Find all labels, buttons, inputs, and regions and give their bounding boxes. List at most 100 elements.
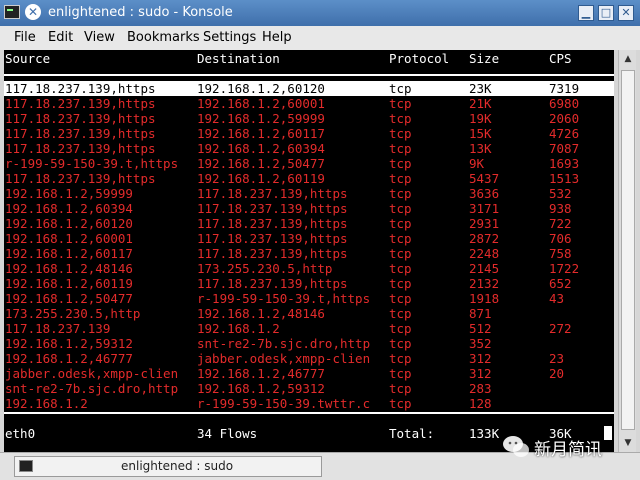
- header-source: Source: [5, 51, 51, 66]
- terminal-task-icon: [19, 460, 33, 472]
- flow-protocol: tcp: [389, 246, 412, 261]
- flow-source: snt-re2-7b.sjc.dro,http: [5, 381, 179, 396]
- window-titlebar[interactable]: ✕ enlightened : sudo - Konsole ▁ □ ✕: [0, 0, 640, 26]
- flow-protocol: tcp: [389, 111, 412, 126]
- menu-help[interactable]: Help: [262, 30, 292, 45]
- flow-source: 192.168.1.2,59999: [5, 186, 133, 201]
- flow-size: 3171: [469, 201, 500, 216]
- flow-protocol: tcp: [389, 366, 412, 381]
- flow-source: 117.18.237.139,https: [5, 171, 156, 186]
- footer-flows: 34 Flows: [197, 426, 258, 441]
- flow-cps: 532: [549, 186, 572, 201]
- close-button[interactable]: ✕: [618, 5, 634, 21]
- flow-cps: 938: [549, 201, 572, 216]
- flow-row[interactable]: 192.168.1.2,60394 117.18.237.139,https tcp…: [4, 201, 614, 216]
- flow-size: 2132: [469, 276, 500, 291]
- flow-row[interactable]: 192.168.1.2,50477 r-199-59-150-39.t,https…: [4, 291, 614, 306]
- flow-cps: 4726: [549, 126, 580, 141]
- taskbar-window-button[interactable]: enlightened : sudo: [14, 456, 322, 477]
- flow-row[interactable]: 192.168.1.2,60001 117.18.237.139,https tcp…: [4, 231, 614, 246]
- scroll-up-arrow-icon[interactable]: ▲: [621, 52, 635, 66]
- terminal-cursor: [604, 426, 612, 440]
- flow-protocol: tcp: [389, 141, 412, 156]
- menu-settings[interactable]: Settings: [203, 30, 256, 45]
- flow-destination: 192.168.1.2,59312: [197, 381, 325, 396]
- flow-source: 192.168.1.2: [5, 396, 88, 411]
- flow-protocol: tcp: [389, 96, 412, 111]
- flow-row-selected[interactable]: 117.18.237.139,https 192.168.1.2,60120 tcp…: [4, 81, 614, 96]
- flow-protocol: tcp: [389, 216, 412, 231]
- flow-row[interactable]: r-199-59-150-39.t,https 192.168.1.2,50477…: [4, 156, 614, 171]
- flow-destination: jabber.odesk,xmpp-clien: [197, 351, 371, 366]
- flow-row[interactable]: 192.168.1.2,60117 117.18.237.139,https tcp…: [4, 246, 614, 261]
- flow-row[interactable]: 117.18.237.139,https 192.168.1.2,60117 tcp…: [4, 126, 614, 141]
- window-title: enlightened : sudo - Konsole: [48, 5, 233, 20]
- flow-destination: 117.18.237.139,https: [197, 201, 348, 216]
- header-separator: [4, 74, 614, 76]
- flow-destination: 117.18.237.139,https: [197, 276, 348, 291]
- flow-protocol: tcp: [389, 336, 412, 351]
- scroll-down-arrow-icon[interactable]: ▼: [621, 436, 635, 450]
- watermark-text: 新月简讯: [534, 440, 602, 460]
- flow-cps: 652: [549, 276, 572, 291]
- flow-size: 283: [469, 381, 492, 396]
- flow-protocol: tcp: [389, 276, 412, 291]
- flow-destination: 117.18.237.139,https: [197, 231, 348, 246]
- flow-cps: 23: [549, 351, 565, 366]
- flow-size: 13K: [469, 141, 492, 156]
- flow-protocol: tcp: [389, 156, 412, 171]
- flow-protocol: tcp: [389, 201, 412, 216]
- flow-protocol: tcp: [389, 351, 412, 366]
- flow-row[interactable]: 117.18.237.139,https 192.168.1.2,60394 tcp…: [4, 141, 614, 156]
- flow-row[interactable]: 117.18.237.139,https 192.168.1.2,60119 tcp…: [4, 171, 614, 186]
- flow-cps: 7319: [549, 81, 580, 96]
- menu-view[interactable]: View: [84, 30, 115, 45]
- flow-row[interactable]: 173.255.230.5,http 192.168.1.2,48146 tcp 87…: [4, 306, 614, 321]
- menu-bookmarks[interactable]: Bookmarks: [127, 30, 200, 45]
- footer-interface: eth0: [5, 426, 36, 441]
- flow-source: jabber.odesk,xmpp-clien: [5, 366, 179, 381]
- flow-source: 192.168.1.2,60119: [5, 276, 133, 291]
- flow-destination: 192.168.1.2,60120: [197, 81, 325, 96]
- flow-source: 117.18.237.139: [5, 321, 111, 336]
- header-cps: CPS: [549, 51, 572, 66]
- flow-size: 2145: [469, 261, 500, 276]
- flow-row[interactable]: 192.168.1.2,60119 117.18.237.139,https tcp…: [4, 276, 614, 291]
- flow-row[interactable]: 192.168.1.2,48146 173.255.230.5,http tcp 21…: [4, 261, 614, 276]
- flow-row[interactable]: 192.168.1.2,60120 117.18.237.139,https tcp…: [4, 216, 614, 231]
- flow-row[interactable]: 192.168.1.2 r-199-59-150-39.twttr.c tcp 128: [4, 396, 614, 411]
- flow-size: 21K: [469, 96, 492, 111]
- flow-destination: 192.168.1.2: [197, 321, 280, 336]
- vertical-scrollbar[interactable]: ▲ ▼: [618, 50, 636, 452]
- taskbar-window-label: enlightened : sudo: [121, 459, 234, 473]
- flow-row[interactable]: 192.168.1.2,59999 117.18.237.139,https tcp…: [4, 186, 614, 201]
- flow-row[interactable]: 117.18.237.139 192.168.1.2 tcp 512 272: [4, 321, 614, 336]
- flow-destination: 192.168.1.2,60117: [197, 126, 325, 141]
- footer-total-label: Total:: [389, 426, 435, 441]
- flow-source: r-199-59-150-39.t,https: [5, 156, 179, 171]
- menu-file[interactable]: File: [14, 30, 36, 45]
- footer-total-size: 133K: [469, 426, 500, 441]
- flow-size: 871: [469, 306, 492, 321]
- menu-edit[interactable]: Edit: [48, 30, 73, 45]
- flow-row[interactable]: jabber.odesk,xmpp-clien 192.168.1.2,46777…: [4, 366, 614, 381]
- terminal-app-icon: [4, 5, 20, 19]
- maximize-button[interactable]: □: [598, 5, 614, 21]
- flow-size: 312: [469, 366, 492, 381]
- window-menu-button[interactable]: ✕: [25, 4, 41, 20]
- terminal-view[interactable]: Source Destination Protocol Size CPS 117…: [4, 50, 614, 452]
- flow-size: 1918: [469, 291, 500, 306]
- flow-cps: 43: [549, 291, 565, 306]
- flow-source: 117.18.237.139,https: [5, 96, 156, 111]
- flow-row[interactable]: 117.18.237.139,https 192.168.1.2,60001 tcp…: [4, 96, 614, 111]
- flow-source: 173.255.230.5,http: [5, 306, 141, 321]
- flow-row[interactable]: snt-re2-7b.sjc.dro,http 192.168.1.2,59312…: [4, 381, 614, 396]
- minimize-button[interactable]: ▁: [578, 5, 594, 21]
- flow-cps: 758: [549, 246, 572, 261]
- scrollbar-thumb[interactable]: [621, 70, 635, 430]
- flow-size: 512: [469, 321, 492, 336]
- flow-row[interactable]: 192.168.1.2,46777 jabber.odesk,xmpp-clien…: [4, 351, 614, 366]
- flow-row[interactable]: 192.168.1.2,59312 snt-re2-7b.sjc.dro,http…: [4, 336, 614, 351]
- flow-row[interactable]: 117.18.237.139,https 192.168.1.2,59999 tcp…: [4, 111, 614, 126]
- flow-destination: 192.168.1.2,48146: [197, 306, 325, 321]
